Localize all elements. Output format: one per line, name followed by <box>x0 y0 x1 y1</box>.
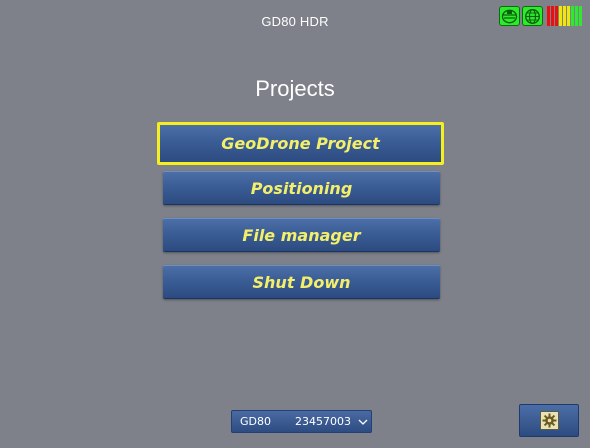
gear-icon <box>539 411 559 430</box>
level-bar <box>551 6 554 26</box>
chevron-down-icon <box>358 419 368 425</box>
settings-button[interactable] <box>519 404 579 437</box>
device-select[interactable]: GD80 23457003 <box>231 410 372 433</box>
level-bar <box>575 6 578 26</box>
projects-screen: GD80 HDR Projects GeoDrone Project Posit… <box>0 0 590 448</box>
level-bar <box>567 6 570 26</box>
level-bar <box>555 6 558 26</box>
signal-level-meter <box>547 6 582 26</box>
device-model: GD80 <box>240 415 271 428</box>
antenna-signal-icon <box>499 6 520 26</box>
device-serial: 23457003 <box>295 415 351 428</box>
page-title: Projects <box>255 76 335 101</box>
level-bar <box>559 6 562 26</box>
status-tray <box>499 6 582 26</box>
level-bar <box>579 6 582 26</box>
level-bar <box>547 6 550 26</box>
file-manager-button[interactable]: File manager <box>163 218 440 252</box>
level-bar <box>563 6 566 26</box>
gps-globe-icon <box>522 6 543 26</box>
positioning-button[interactable]: Positioning <box>163 171 440 205</box>
shut-down-button[interactable]: Shut Down <box>163 265 440 299</box>
geodrone-project-button[interactable]: GeoDrone Project <box>157 122 444 165</box>
level-bar <box>571 6 574 26</box>
